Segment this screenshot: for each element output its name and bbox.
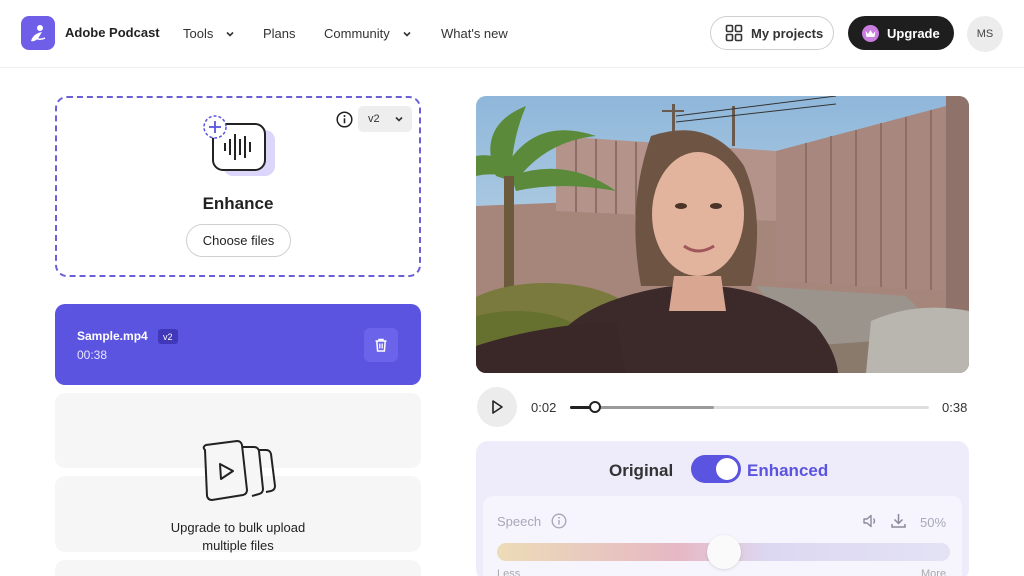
nav-whats-new[interactable]: What's new (441, 26, 508, 41)
chevron-down-icon (403, 31, 411, 37)
trash-icon (375, 338, 387, 352)
less-label: Less (497, 568, 521, 576)
version-select-value: v2 (368, 113, 380, 125)
info-icon[interactable] (336, 111, 353, 128)
nav-tools[interactable]: Tools (183, 26, 235, 41)
nav-community[interactable]: Community (324, 26, 412, 41)
info-icon[interactable] (551, 513, 567, 529)
file-name: Sample.mp4 (77, 329, 148, 343)
speaker-icon[interactable] (862, 513, 879, 529)
upgrade-label: Upgrade (887, 25, 940, 41)
delete-file-button[interactable] (364, 328, 398, 362)
file-card[interactable]: Sample.mp4 v2 00:38 (55, 304, 421, 385)
file-duration: 00:38 (77, 348, 108, 362)
enhanced-toggle[interactable] (691, 455, 741, 483)
avatar[interactable]: MS (967, 16, 1003, 52)
my-projects-button[interactable]: My projects (710, 16, 834, 50)
chevron-down-icon (395, 116, 403, 122)
chevron-down-icon (226, 31, 234, 37)
enhanced-label[interactable]: Enhanced (747, 461, 828, 481)
bulk-upload-line-1: Upgrade to bulk upload (170, 520, 306, 535)
enhance-dropzone[interactable]: v2 Enhance Choose files (55, 96, 421, 277)
nav-plans-label: Plans (263, 26, 296, 41)
nav-tools-label: Tools (183, 26, 214, 41)
empty-file-slot (55, 560, 421, 576)
more-label: More (921, 568, 947, 576)
play-button[interactable] (477, 387, 517, 427)
top-nav-bar: Adobe Podcast Tools Plans Community What… (0, 0, 1024, 68)
file-version-badge: v2 (158, 329, 178, 344)
bulk-upload-line-2: multiple files (202, 538, 274, 553)
nav-community-label: Community (324, 26, 390, 41)
download-icon[interactable] (890, 512, 907, 529)
my-projects-label: My projects (751, 25, 824, 41)
video-frame-image (476, 96, 969, 373)
speech-value: 50% (920, 515, 947, 530)
choose-files-button[interactable]: Choose files (186, 224, 291, 257)
original-label[interactable]: Original (609, 461, 673, 481)
app-name[interactable]: Adobe Podcast (65, 25, 160, 40)
version-select[interactable]: v2 (358, 106, 412, 132)
bulk-upload-message: Upgrade to bulk upload multiple files (55, 519, 421, 555)
bulk-files-icon (202, 440, 277, 502)
upgrade-button[interactable]: Upgrade (848, 16, 954, 50)
play-icon (492, 400, 503, 414)
enhance-settings-panel: Original Enhanced Speech 50% Less More (476, 441, 969, 576)
seek-bar[interactable] (570, 401, 929, 413)
current-time: 0:02 (531, 400, 557, 415)
video-preview[interactable] (476, 96, 969, 373)
grid-icon (725, 24, 743, 42)
speech-label: Speech (497, 514, 542, 529)
seek-handle[interactable] (589, 401, 602, 413)
crown-icon (862, 24, 879, 42)
adobe-podcast-logo-icon[interactable] (21, 16, 55, 50)
speech-slider-handle[interactable] (706, 535, 741, 569)
speech-settings-card: Speech 50% Less More (483, 496, 962, 576)
nav-plans[interactable]: Plans (263, 26, 296, 41)
speech-slider[interactable] (497, 535, 950, 569)
toggle-knob (716, 458, 738, 480)
enhance-title: Enhance (202, 194, 274, 213)
enhance-audio-icon (203, 115, 275, 176)
nav-whats-new-label: What's new (441, 26, 508, 41)
total-time: 0:38 (942, 400, 968, 415)
